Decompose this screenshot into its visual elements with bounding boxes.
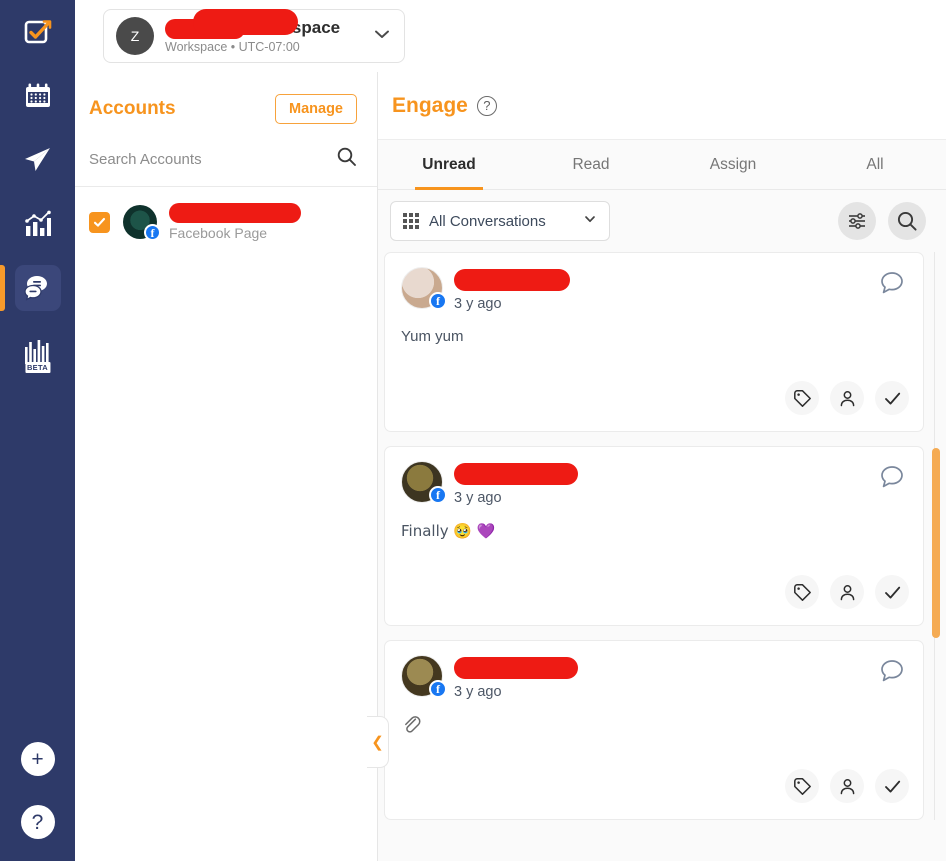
sidebar-item-engage[interactable] (0, 256, 75, 320)
tag-icon[interactable] (785, 769, 819, 803)
sidebar-item-listening[interactable]: BETA (0, 320, 75, 384)
question-mark-icon[interactable]: ? (476, 95, 497, 116)
reply-bubble-icon[interactable] (879, 464, 905, 495)
sliders-icon[interactable] (838, 202, 876, 240)
sidebar-item-publish[interactable] (0, 128, 75, 192)
facebook-badge-icon: f (144, 224, 161, 241)
conversation-card[interactable]: f 3 y ago (384, 640, 924, 820)
redacted-sender-name (454, 463, 578, 485)
chevron-left-icon: ❮ (371, 733, 384, 751)
conversation-timestamp: 3 y ago (454, 684, 502, 700)
calendar-icon (15, 73, 61, 119)
conversation-message: Yum yum (401, 328, 464, 345)
conversation-message: Finally 🥹 💜 (401, 522, 496, 540)
search-icon[interactable] (336, 146, 357, 172)
conversation-meta: 3 y ago (454, 461, 578, 506)
app-root: BETA + ? Z Workspace Workspace • UTC-07:… (0, 0, 946, 861)
engage-header: Engage ? (378, 72, 946, 140)
workspace-avatar: Z (116, 17, 154, 55)
filter-actions (826, 202, 926, 240)
page-title: Engage (392, 93, 468, 117)
accounts-panel: Accounts Manage f Facebook Page (75, 72, 378, 861)
account-meta: Facebook Page (169, 203, 301, 241)
conversation-actions (774, 575, 909, 609)
facebook-badge-icon: f (429, 680, 447, 698)
bar-chart-beta-icon: BETA (15, 329, 61, 375)
conversation-card[interactable]: f 3 y ago Finally 🥹 💜 (384, 446, 924, 626)
tab-unread[interactable]: Unread (378, 140, 520, 189)
conversation-list: f 3 y ago Yum yum f 3 y ago Finally 🥹 💜 … (378, 252, 946, 820)
accounts-search-row (75, 124, 377, 187)
avatar: f (401, 655, 447, 698)
rail-bottom-actions: + ? (0, 742, 75, 861)
person-icon[interactable] (830, 769, 864, 803)
account-checkbox[interactable] (89, 211, 110, 233)
conversation-actions (774, 769, 909, 803)
account-subtitle: Facebook Page (169, 225, 268, 241)
scrollbar-thumb[interactable] (932, 448, 940, 638)
add-button[interactable]: + (20, 742, 55, 776)
conversation-timestamp: 3 y ago (454, 296, 502, 312)
redacted-sender-name (454, 269, 570, 291)
engage-tabs: Unread Read Assign All (378, 140, 946, 190)
workspace-switcher[interactable]: Z Workspace Workspace • UTC-07:00 (103, 9, 405, 63)
paper-plane-icon (15, 137, 61, 183)
chevron-down-icon (583, 212, 597, 231)
workspace-text: Workspace Workspace • UTC-07:00 (165, 9, 366, 54)
accounts-header: Accounts Manage (75, 72, 377, 124)
bar-line-chart-icon (15, 201, 61, 247)
tab-assign[interactable]: Assign (662, 140, 804, 189)
grid-icon (403, 213, 419, 229)
facebook-badge-icon: f (429, 486, 447, 504)
checkbox-pencil-icon (15, 9, 61, 55)
panel-collapse-handle[interactable]: ❮ (367, 716, 389, 768)
tag-icon[interactable] (785, 381, 819, 415)
conversation-meta: 3 y ago (454, 267, 570, 312)
filter-bar: All Conversations (378, 190, 946, 252)
tab-all[interactable]: All (804, 140, 946, 189)
workspace-header: Z Workspace Workspace • UTC-07:00 (75, 0, 946, 72)
conversation-timestamp: 3 y ago (454, 490, 502, 506)
accounts-title: Accounts (89, 98, 176, 119)
sidebar-item-analytics[interactable] (0, 192, 75, 256)
person-icon[interactable] (830, 381, 864, 415)
reply-bubble-icon[interactable] (879, 270, 905, 301)
redacted-account-name (169, 203, 301, 223)
reply-bubble-icon[interactable] (879, 658, 905, 689)
help-button[interactable]: ? (20, 805, 55, 839)
conversation-actions (774, 381, 909, 415)
account-avatar: f (123, 205, 161, 241)
chat-bubbles-icon (14, 265, 61, 311)
chevron-down-icon (366, 24, 392, 49)
sidebar-item-tasks[interactable] (0, 0, 75, 64)
conversation-filter-select[interactable]: All Conversations (390, 201, 610, 241)
conversation-filter-value: All Conversations (429, 212, 546, 230)
manage-button[interactable]: Manage (275, 94, 357, 124)
check-icon[interactable] (875, 575, 909, 609)
conversation-header: f 3 y ago (401, 461, 907, 506)
avatar: f (401, 461, 447, 504)
person-icon[interactable] (830, 575, 864, 609)
sidebar-item-calendar[interactable] (0, 64, 75, 128)
workspace-subtitle: Workspace • UTC-07:00 (165, 39, 300, 54)
redacted-overlay-blob (193, 9, 298, 36)
beta-badge: BETA (24, 362, 51, 373)
paperclip-icon[interactable] (401, 714, 907, 739)
left-nav-rail: BETA + ? (0, 0, 75, 861)
conversation-meta: 3 y ago (454, 655, 578, 700)
engage-pane: Engage ? Unread Read Assign All All Conv… (378, 72, 946, 861)
tag-icon[interactable] (785, 575, 819, 609)
search-accounts-input[interactable] (89, 150, 309, 168)
facebook-badge-icon: f (429, 292, 447, 310)
conversation-header: f 3 y ago (401, 267, 907, 312)
check-icon[interactable] (875, 769, 909, 803)
avatar: f (401, 267, 447, 310)
account-list-item[interactable]: f Facebook Page (75, 187, 377, 241)
check-icon[interactable] (875, 381, 909, 415)
conversation-card[interactable]: f 3 y ago Yum yum (384, 252, 924, 432)
tab-read[interactable]: Read (520, 140, 662, 189)
conversation-header: f 3 y ago (401, 655, 907, 700)
search-icon[interactable] (888, 202, 926, 240)
redacted-sender-name (454, 657, 578, 679)
